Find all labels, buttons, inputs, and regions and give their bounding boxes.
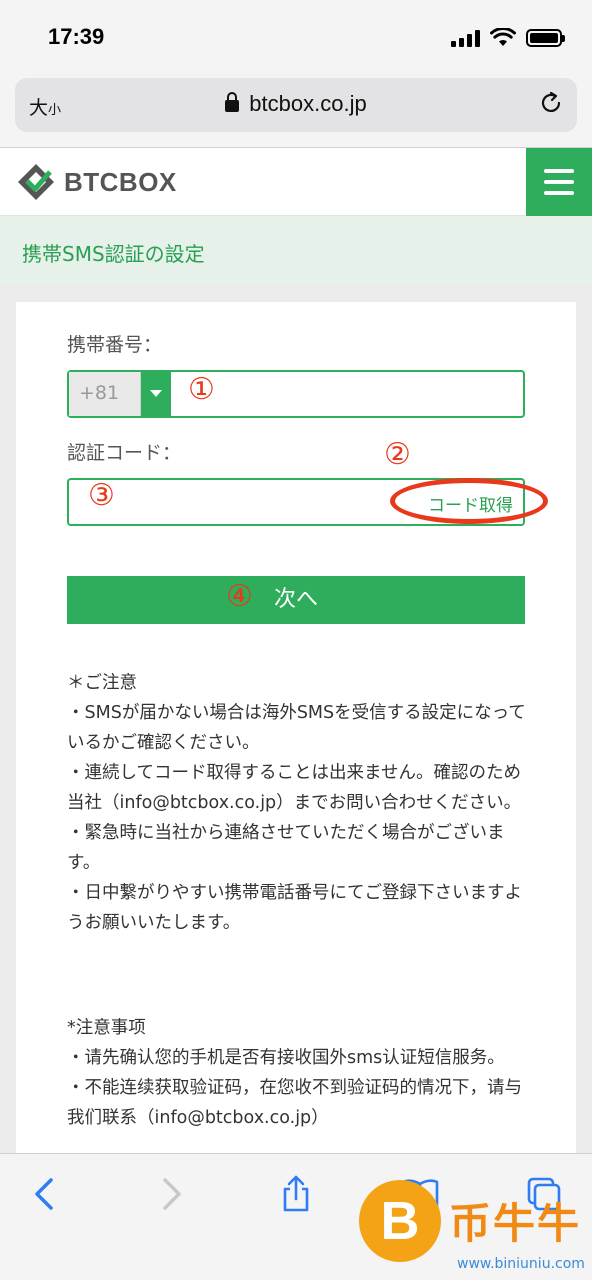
url-display[interactable]: btcbox.co.jp <box>15 91 577 117</box>
notes-chinese: *注意事项 ・请先确认您的手机是否有接收国外sms认证短信服务。 ・不能连续获取… <box>67 1013 537 1133</box>
watermark: B 币牛牛 www.biniuniu.com <box>357 1180 592 1280</box>
note-line: ・緊急時に当社から連絡させていただく場合がございます。 <box>67 823 505 873</box>
watermark-url: www.biniuniu.com <box>457 1256 585 1272</box>
sms-auth-form: 携帯番号： +81 ① 認証コード： ② コード取得 ③ 次へ ④ ＊ご注意 ・… <box>16 302 576 1202</box>
verification-code-input[interactable] <box>69 480 389 524</box>
note-line: ・SMSが届かない場合は海外SMSを受信する設定になっているかご確認ください。 <box>67 703 526 753</box>
watermark-title: 币牛牛 <box>449 1199 582 1248</box>
back-icon[interactable] <box>24 1174 64 1214</box>
status-icons <box>451 28 565 47</box>
logo-text: BTCBOX <box>64 166 177 197</box>
reload-icon[interactable] <box>539 91 563 121</box>
lock-icon <box>225 92 240 112</box>
note-line: ・不能连续获取验证码，在您收不到验证码的情况下，请与我们联系（info@btcb… <box>67 1078 522 1128</box>
annotation-mark-2: ② <box>384 437 411 472</box>
note-line: ・日中繋がりやすい携帯電話番号にてご登録下さいますようお願いいたします。 <box>67 883 522 933</box>
status-time: 17:39 <box>48 24 105 49</box>
phone-number-input[interactable] <box>171 372 523 416</box>
note-line: ・連続してコード取得することは出来ません。確認のため当社（info@btcbox… <box>67 763 522 813</box>
chevron-down-icon[interactable] <box>141 372 171 416</box>
bitcoin-coin-icon: B <box>359 1180 441 1262</box>
annotation-mark-4: ④ <box>226 579 253 614</box>
site-header: BTCBOX <box>0 148 592 216</box>
url-text: btcbox.co.jp <box>249 91 367 116</box>
annotation-mark-1: ① <box>188 372 215 407</box>
hamburger-menu-icon[interactable] <box>526 148 592 216</box>
annotation-mark-3: ③ <box>88 478 115 513</box>
wifi-icon <box>490 28 516 46</box>
cellular-signal-icon <box>451 29 480 47</box>
phone-input-group: +81 <box>67 370 525 418</box>
note-line: ＊ご注意 <box>67 673 137 693</box>
page-title: 携帯SMS認証の設定 <box>22 242 205 266</box>
address-bar[interactable]: 大小 btcbox.co.jp <box>15 78 577 132</box>
next-button[interactable]: 次へ <box>67 576 525 624</box>
code-label: 認証コード： <box>67 442 182 464</box>
status-bar: 17:39 <box>0 0 592 76</box>
battery-icon <box>526 28 565 47</box>
note-line: ・请先确认您的手机是否有接收国外sms认证短信服务。 <box>67 1048 505 1068</box>
country-code-select[interactable]: +81 <box>69 372 141 416</box>
browser-chrome: 大小 btcbox.co.jp <box>0 76 592 148</box>
logo-mark-icon <box>18 164 54 200</box>
page-title-bar: 携帯SMS認証の設定 <box>0 217 592 285</box>
annotation-oval <box>390 478 548 524</box>
note-line: *注意事项 <box>67 1018 146 1038</box>
notes-japanese: ＊ご注意 ・SMSが届かない場合は海外SMSを受信する設定になっているかご確認く… <box>67 668 537 938</box>
forward-icon[interactable] <box>152 1174 192 1214</box>
share-icon[interactable] <box>276 1174 316 1214</box>
btcbox-logo[interactable]: BTCBOX <box>16 162 177 202</box>
phone-label: 携帯番号： <box>67 334 163 356</box>
